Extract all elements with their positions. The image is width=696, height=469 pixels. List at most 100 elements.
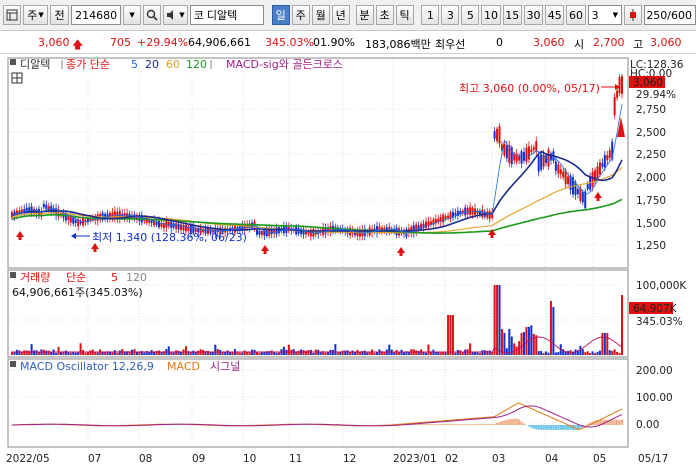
ask-price: 3,060 xyxy=(533,36,565,49)
macd-osc-bar xyxy=(530,425,533,428)
toolbar: 주 ▼ 전 214680 ▼ ▼ 코 디알텍 일 주 월 년 분 초 틱 1 3… xyxy=(0,0,696,31)
interval-15-button[interactable]: 15 xyxy=(502,5,522,25)
macd-osc-bar xyxy=(446,424,450,425)
volume-bar xyxy=(84,352,87,355)
candle xyxy=(466,207,469,215)
candle xyxy=(567,176,570,184)
candle xyxy=(493,131,496,139)
volume-bar xyxy=(581,349,584,355)
macd-osc-bar xyxy=(544,425,548,430)
period-week-button[interactable]: 주 xyxy=(291,5,310,25)
candle xyxy=(488,211,491,219)
macd-osc-bar xyxy=(434,424,437,425)
volume-bar xyxy=(454,352,457,355)
volume-bar xyxy=(297,350,300,355)
legend-volume-ma120: 120 xyxy=(126,271,147,284)
macd-osc-bar xyxy=(486,424,489,425)
volume-bar xyxy=(263,352,266,355)
x-label-2022-05: 2022/05 xyxy=(6,453,50,465)
x-label-09: 09 xyxy=(192,453,205,465)
search-button[interactable] xyxy=(143,5,162,25)
volume-bar xyxy=(621,295,623,355)
macd-osc-bar xyxy=(495,422,499,425)
period-month-button[interactable]: 월 xyxy=(311,5,330,25)
pref-value: 0 xyxy=(496,36,503,49)
volume-bar xyxy=(545,351,548,355)
macd-osc-bar xyxy=(508,419,511,425)
macd-osc-bar xyxy=(461,424,464,425)
interval-60-button[interactable]: 60 xyxy=(566,5,586,25)
volume-bar xyxy=(339,352,342,355)
macd-osc-bar xyxy=(518,419,521,425)
collapse-icon[interactable] xyxy=(10,59,16,65)
period-second-button[interactable]: 초 xyxy=(375,5,394,25)
code-input[interactable]: 214680 xyxy=(71,5,122,25)
macd-osc-bar xyxy=(473,424,477,425)
macd-osc-bar xyxy=(586,423,589,425)
window-icon[interactable] xyxy=(3,5,21,25)
interval-45-button[interactable]: 45 xyxy=(545,5,565,25)
stock-name-field[interactable]: 코 디알텍 xyxy=(189,5,264,25)
code-dropdown-button[interactable]: ▼ xyxy=(123,5,142,25)
sound-button[interactable]: ▼ xyxy=(163,5,188,25)
candle xyxy=(42,203,45,208)
prefix-button[interactable]: 전 xyxy=(49,5,70,25)
chart-area[interactable]: 디알텍 종가 단순 5 20 60 120 MACD-sig와 골든크로스 최고… xyxy=(0,55,696,469)
macd-osc-bar xyxy=(422,424,425,425)
interval-10-button[interactable]: 10 xyxy=(481,5,501,25)
candle xyxy=(447,215,450,218)
macd-osc-bar xyxy=(510,418,513,425)
volume-bar xyxy=(395,350,398,355)
collapse-icon[interactable] xyxy=(10,272,16,278)
candle xyxy=(45,204,48,210)
collapse-icon[interactable] xyxy=(10,361,16,367)
volume-bar xyxy=(425,352,428,355)
macd-osc-bar xyxy=(513,418,516,425)
change-value: 705 xyxy=(110,36,131,49)
candle xyxy=(498,126,501,144)
y-tick-1250: 1,250 xyxy=(636,240,666,252)
period-day-button[interactable]: 일 xyxy=(271,5,290,25)
period-minute-button[interactable]: 분 xyxy=(355,5,374,25)
pref-label: 최우선 xyxy=(435,38,466,51)
interval-3-button[interactable]: 3 xyxy=(441,5,460,25)
volume-value-line: 64,906,661주(345.03%) xyxy=(12,286,143,299)
volume-bar xyxy=(594,352,597,355)
macd-osc-bar xyxy=(515,418,518,425)
macd-osc-bar xyxy=(559,425,562,430)
volume-bar xyxy=(116,352,119,355)
volume-bar xyxy=(496,285,499,355)
candle xyxy=(525,147,528,162)
volume-bar xyxy=(275,352,278,355)
volume-bar xyxy=(547,352,550,355)
volume-bar xyxy=(456,349,459,355)
candle xyxy=(591,172,594,187)
volume-bar xyxy=(589,352,592,355)
interval-5-button[interactable]: 5 xyxy=(461,5,480,25)
interval-1-button[interactable]: 1 xyxy=(421,5,440,25)
period-tick-button[interactable]: 틱 xyxy=(395,5,414,25)
volume-bar xyxy=(50,352,53,355)
volume-bar xyxy=(520,332,523,355)
volume-bar xyxy=(336,352,339,355)
market-select[interactable]: 주 ▼ xyxy=(23,5,48,25)
volume-bar xyxy=(474,352,477,355)
candle xyxy=(23,209,26,212)
chart-type-button[interactable] xyxy=(624,5,643,25)
legend-signal-line: 시그널 xyxy=(210,360,240,373)
macd-osc-bar xyxy=(564,425,567,430)
count-input[interactable]: 250/600 xyxy=(644,5,696,25)
interval-30-button[interactable]: 30 xyxy=(523,5,544,25)
period-year-button[interactable]: 년 xyxy=(331,5,350,25)
candle xyxy=(562,171,565,178)
trade-amount: 183,086백만 xyxy=(365,38,431,51)
volume-bar xyxy=(69,352,72,355)
volume-bar xyxy=(393,352,396,355)
macd-osc-bar xyxy=(444,424,447,425)
legend-macd-line: MACD xyxy=(167,360,200,373)
interval-select[interactable]: 3 ▼ xyxy=(587,5,623,25)
macd-osc-bar xyxy=(471,424,474,425)
volume-bar xyxy=(113,350,116,355)
volume-bar xyxy=(439,352,442,355)
volume-bar xyxy=(229,352,232,355)
